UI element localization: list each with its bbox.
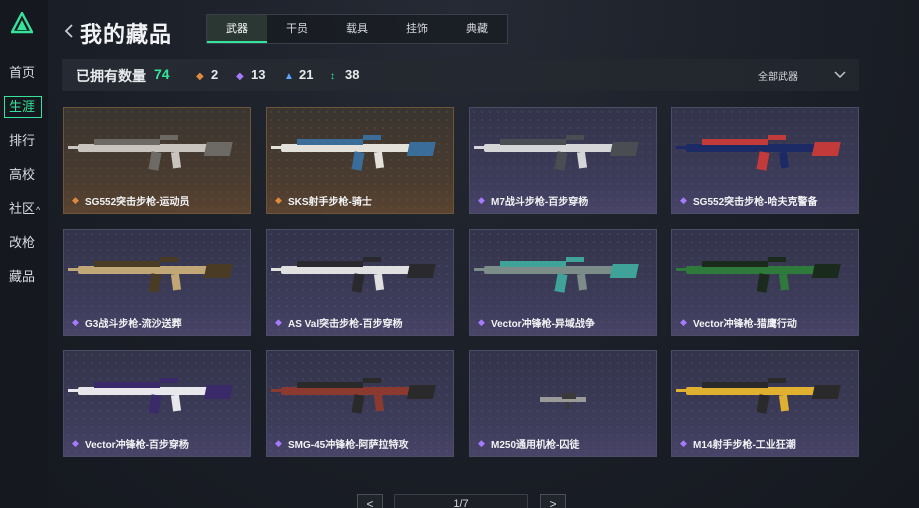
purple-diamond-icon: ◆ <box>275 438 282 448</box>
weapon-name: M14射手步枪-工业狂潮 <box>693 440 796 451</box>
weapon-card[interactable]: ◆ Vector冲锋枪-猎鹰行动 <box>671 229 859 336</box>
weapon-name: Vector冲锋枪-猎鹰行动 <box>693 319 797 330</box>
orange-diamond-icon: ◆ <box>196 71 204 82</box>
weapon-image <box>271 378 436 414</box>
stat-value: 13 <box>251 67 266 82</box>
sidebar-item-label: 藏品 <box>9 269 36 284</box>
weapon-image <box>540 393 586 409</box>
stat-value: 38 <box>345 67 360 82</box>
prev-arrow-icon: < <box>366 497 374 508</box>
tab-charms[interactable]: 挂饰 <box>387 15 447 43</box>
category-tabs: 武器 干员 载具 挂饰 典藏 <box>206 14 508 44</box>
sidebar-item-collection[interactable]: 藏品 <box>4 266 42 288</box>
weapon-card[interactable]: ◆ G3战斗步枪-流沙送葬 <box>63 229 251 336</box>
weapon-card[interactable]: ◆ SMG-45冲锋枪-阿萨拉特攻 <box>266 350 454 457</box>
weapon-name: M7战斗步枪-百步穿杨 <box>491 197 589 208</box>
weapon-card[interactable]: ◆ M7战斗步枪-百步穿杨 <box>469 107 657 214</box>
purple-diamond-icon: ◆ <box>236 71 244 82</box>
weapon-card[interactable]: ◆ M14射手步枪-工业狂潮 <box>671 350 859 457</box>
weapon-card[interactable]: ◆ SKS射手步枪-骑士 <box>266 107 454 214</box>
weapon-card[interactable]: ◆ AS Val突击步枪-百步穿杨 <box>266 229 454 336</box>
sidebar-item-label: 社区 <box>9 201 36 216</box>
purple-diamond-icon: ◆ <box>478 438 485 448</box>
logo-icon[interactable] <box>11 12 33 34</box>
sidebar-item-label: 高校 <box>9 167 36 182</box>
sidebar-item-label: 排行 <box>9 133 36 148</box>
weapon-name: AS Val突击步枪-百步穿杨 <box>288 319 403 330</box>
sidebar-item-label: 首页 <box>9 65 36 80</box>
sidebar-item-home[interactable]: 首页 <box>4 62 42 84</box>
owned-count: 74 <box>154 66 170 82</box>
weapon-name: SMG-45冲锋枪-阿萨拉特攻 <box>288 440 409 451</box>
stat-value: 21 <box>299 67 314 82</box>
weapon-name: SKS射手步枪-骑士 <box>288 197 372 208</box>
prev-page-button[interactable]: < <box>357 494 383 508</box>
next-arrow-icon: > <box>549 497 557 508</box>
tab-collection[interactable]: 典藏 <box>447 15 507 43</box>
chevron-down-icon[interactable] <box>834 69 846 79</box>
purple-diamond-icon: ◆ <box>478 317 485 327</box>
tab-operators[interactable]: 干员 <box>267 15 327 43</box>
purple-diamond-icon: ◆ <box>680 438 687 448</box>
sidebar-item-gunsmith[interactable]: 改枪 <box>4 232 42 254</box>
sidebar-item-label: 生涯 <box>9 99 36 114</box>
weapon-image <box>271 135 436 171</box>
weapon-filter-select[interactable]: 全部武器 <box>758 68 798 83</box>
orange-diamond-icon: ◆ <box>275 195 282 205</box>
weapon-card[interactable]: ◆ SG552突击步枪-哈夫克警备 <box>671 107 859 214</box>
purple-diamond-icon: ◆ <box>72 438 79 448</box>
stat-rare: ▲ 21 <box>284 67 313 82</box>
weapon-image <box>68 135 233 171</box>
page-title: 我的藏品 <box>80 22 173 47</box>
weapon-card[interactable]: ◆ M250通用机枪-囚徒 <box>469 350 657 457</box>
owned-label: 已拥有数量 <box>76 68 146 84</box>
sidebar: 首页 生涯 排行 高校 社区^ 改枪 藏品 <box>0 0 48 508</box>
weapon-image <box>676 378 841 414</box>
weapon-card[interactable]: ◆ SG552突击步枪-运动员 <box>63 107 251 214</box>
sidebar-item-university[interactable]: 高校 <box>4 164 42 186</box>
orange-diamond-icon: ◆ <box>72 195 79 205</box>
purple-diamond-icon: ◆ <box>478 195 485 205</box>
weapon-name: M250通用机枪-囚徒 <box>491 440 580 451</box>
caret-up-icon: ^ <box>36 205 41 215</box>
weapon-image <box>271 257 436 293</box>
sidebar-item-label: 改枪 <box>9 235 36 250</box>
sidebar-item-community[interactable]: 社区^ <box>4 198 42 220</box>
weapon-image <box>676 135 841 171</box>
weapon-image <box>68 257 233 293</box>
blue-chevron-icon: ▲ <box>284 71 294 82</box>
weapon-image <box>676 257 841 293</box>
stat-value: 2 <box>211 67 219 82</box>
tab-vehicles[interactable]: 载具 <box>327 15 387 43</box>
weapon-name: G3战斗步枪-流沙送葬 <box>85 319 182 330</box>
next-page-button[interactable]: > <box>540 494 566 508</box>
green-arrows-icon: ↕ <box>330 71 335 82</box>
purple-diamond-icon: ◆ <box>275 317 282 327</box>
stats-bar: 已拥有数量 74 ◆ 2 ◆ 13 ▲ 21 ↕ 38 全部武器 <box>62 59 859 91</box>
weapon-name: SG552突击步枪-哈夫克警备 <box>693 197 818 208</box>
sidebar-item-ranking[interactable]: 排行 <box>4 130 42 152</box>
stat-legendary: ◆ 2 <box>196 67 218 82</box>
weapon-card[interactable]: ◆ Vector冲锋枪-百步穿杨 <box>63 350 251 457</box>
sidebar-item-career[interactable]: 生涯 <box>4 96 42 118</box>
weapon-image <box>68 378 233 414</box>
stat-epic: ◆ 13 <box>236 67 265 82</box>
purple-diamond-icon: ◆ <box>680 195 687 205</box>
tab-weapons[interactable]: 武器 <box>207 15 267 43</box>
back-arrow-icon[interactable] <box>63 21 75 41</box>
weapon-image <box>474 135 639 171</box>
purple-diamond-icon: ◆ <box>72 317 79 327</box>
purple-diamond-icon: ◆ <box>680 317 687 327</box>
page-indicator: 1/7 <box>394 494 528 508</box>
weapon-name: SG552突击步枪-运动员 <box>85 197 190 208</box>
weapon-image <box>474 257 639 293</box>
weapon-card[interactable]: ◆ Vector冲锋枪-异域战争 <box>469 229 657 336</box>
stat-common: ↕ 38 <box>330 67 359 82</box>
weapon-name: Vector冲锋枪-异域战争 <box>491 319 595 330</box>
weapon-name: Vector冲锋枪-百步穿杨 <box>85 440 189 451</box>
